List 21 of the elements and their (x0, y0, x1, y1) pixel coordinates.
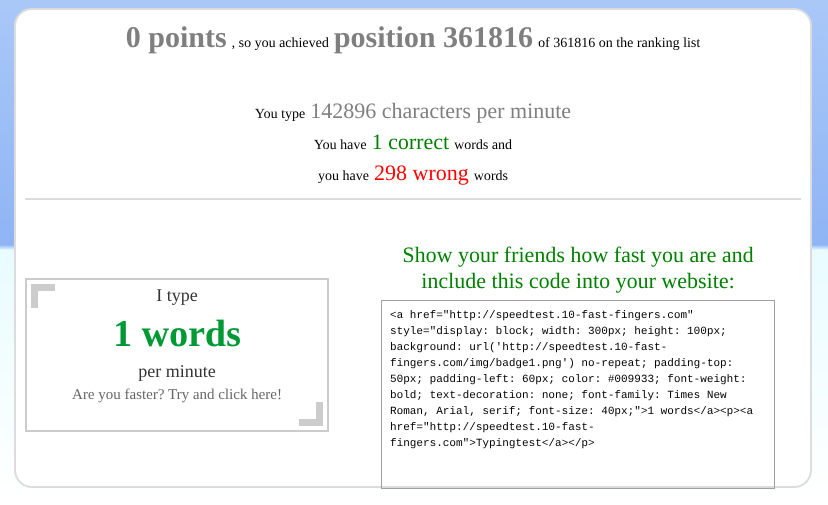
summary-text: you have (318, 168, 369, 186)
corner-icon (31, 284, 55, 308)
summary-figure: 298 wrong (374, 159, 469, 186)
corner-icon (299, 402, 323, 426)
summary-text: You type (254, 106, 306, 124)
summary-figure: 1 correct (372, 128, 450, 155)
code-field[interactable]: <a href="http://speedtest.10-fast-fingers.com" style="display: block; width: 300px; height: 100px; background: url('http://speedtest.10-fast-fingers.com/img/badge1.png') no-repeat; padding-top: 50px; padding-left: 60px; color: #009933; font-weight: bold; text-decoration: none; font-family: Times New Roman, Arial, serif; font-size: 40px;">1 words</a><p><a href="http://speedtest.10-fast-fingers.com">Typingtest</a></p> (381, 300, 775, 489)
badge-unit: per minute (138, 362, 216, 382)
badge-intro: I type (156, 286, 198, 306)
summary-figure: 142896 characters per minute (310, 97, 572, 124)
badge-score: 1 words (113, 314, 241, 356)
summary-text: of 361816 on the ranking list (538, 35, 700, 53)
summary-text: You have (314, 137, 367, 155)
speed-badge[interactable]: I type 1 words per minute Are you faster? Try and click here! (25, 278, 329, 432)
summary-figure: position 361816 (334, 24, 534, 51)
summary-text: words (474, 168, 508, 186)
badge-link[interactable]: Are you faster? Try and click here! (72, 387, 282, 404)
summary-text: , so you achieved (232, 35, 329, 53)
summary-text: words and (454, 137, 512, 155)
summary-figure: 0 points (126, 24, 227, 51)
share-heading: Show your friends how fast you are and include this code into your website: (401, 242, 755, 294)
